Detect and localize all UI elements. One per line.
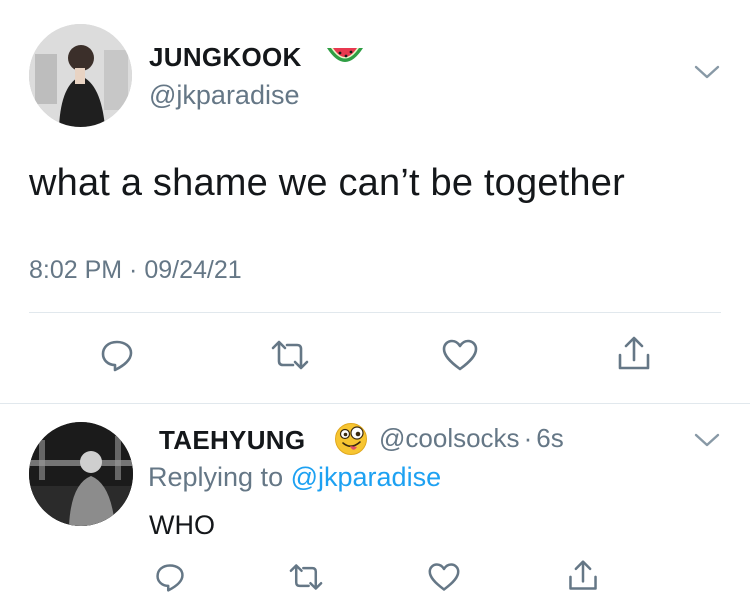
- zany-face-emoji-icon: [334, 422, 368, 456]
- replying-to-line: Replying to @jkparadise: [148, 462, 441, 493]
- watermelon-emoji-icon: [325, 42, 365, 72]
- like-icon[interactable]: [426, 560, 462, 594]
- reply-text: WHO: [149, 510, 215, 540]
- avatar-photo: [29, 24, 132, 127]
- reply-author-handle[interactable]: @coolsocks · 6s: [379, 423, 564, 454]
- tweet-timestamp[interactable]: 8:02 PM · 09/24/21: [29, 256, 242, 285]
- avatar-photo: [29, 422, 133, 526]
- reply-author-avatar[interactable]: [29, 422, 133, 526]
- reply-chevron-down-icon[interactable]: [693, 430, 721, 450]
- reply-icon[interactable]: [98, 336, 136, 374]
- tweet-text: what a shame we can’t be together: [29, 162, 625, 204]
- author-name[interactable]: JUNGKOOK: [149, 42, 302, 73]
- author-handle[interactable]: @jkparadise: [149, 80, 299, 111]
- like-icon[interactable]: [440, 336, 480, 374]
- separator-dot: ·: [523, 423, 533, 453]
- retweet-icon[interactable]: [268, 336, 312, 374]
- divider: [29, 312, 721, 313]
- reply-time-ago[interactable]: 6s: [536, 423, 563, 453]
- replying-to-handle-link[interactable]: @jkparadise: [291, 462, 441, 492]
- chevron-down-icon[interactable]: [693, 62, 721, 82]
- author-avatar[interactable]: [29, 24, 132, 127]
- share-icon[interactable]: [614, 334, 654, 374]
- reply-icon[interactable]: [153, 560, 187, 594]
- reply-handle-text[interactable]: @coolsocks: [379, 423, 520, 453]
- share-icon[interactable]: [565, 558, 601, 594]
- replying-to-label: Replying to: [148, 462, 284, 492]
- reply-author-name[interactable]: TAEHYUNG: [159, 425, 305, 456]
- retweet-icon[interactable]: [286, 560, 326, 594]
- section-divider: [0, 403, 750, 404]
